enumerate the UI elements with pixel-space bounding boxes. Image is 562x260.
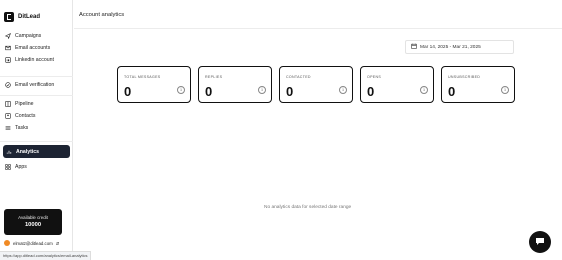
credit-value: 10000: [24, 222, 42, 228]
verify-icon: [5, 82, 11, 88]
sidebar-item-analytics[interactable]: Analytics: [3, 145, 70, 158]
date-range-picker[interactable]: Mar 14, 2025 - Mar 21, 2025: [405, 40, 514, 54]
sidebar-item-label: Linkedin account: [15, 57, 54, 63]
stat-value: 0: [448, 84, 456, 99]
sidebar-item-apps[interactable]: Apps: [0, 161, 73, 173]
sidebar-item-campaigns[interactable]: Campaigns: [0, 30, 73, 42]
stat-card-total-messages: TOTAL MESSAGES 0 i: [117, 66, 191, 103]
sidebar-item-label: Tasks: [15, 125, 29, 131]
stat-title: CONTACTED: [286, 75, 311, 79]
tasks-icon: [5, 125, 11, 131]
brand-name: DitLead: [18, 14, 41, 20]
sidebar-item-label: Email verification: [15, 82, 55, 88]
credit-label: Available credit: [18, 215, 48, 220]
sidebar-item-label: Contacts: [15, 113, 36, 119]
sidebar-item-label: Analytics: [16, 148, 40, 155]
sidebar-item-label: Campaigns: [15, 33, 42, 39]
stat-title: REPLIES: [205, 75, 223, 79]
nav-group-crm: Pipeline Contacts Tasks: [0, 95, 73, 134]
sidebar-item-email-accounts[interactable]: Email accounts: [0, 42, 73, 54]
sidebar-item-linkedin-account[interactable]: Linkedin account: [0, 54, 73, 66]
contacts-icon: [5, 113, 11, 119]
sidebar-item-tasks[interactable]: Tasks: [0, 122, 73, 134]
user-email: elmatz@ditlead.com: [13, 240, 53, 246]
sidebar-item-pipeline[interactable]: Pipeline: [0, 98, 73, 110]
pipeline-icon: [5, 101, 11, 107]
stat-value: 0: [367, 84, 375, 99]
sidebar-item-email-verification[interactable]: Email verification: [0, 79, 73, 91]
linkedin-icon: [5, 57, 11, 63]
ditlead-logo-icon: [4, 12, 14, 22]
info-icon[interactable]: i: [420, 86, 428, 94]
brand[interactable]: DitLead: [4, 10, 40, 24]
chevron-updown-icon: ⇵: [55, 240, 60, 246]
info-icon[interactable]: i: [501, 86, 509, 94]
stat-card-opens: OPENS 0 i: [360, 66, 434, 103]
nav-group-outreach: Campaigns Email accounts Linkedin accoun…: [0, 30, 73, 66]
stat-value: 0: [286, 84, 294, 99]
stat-value: 0: [124, 84, 132, 99]
info-icon[interactable]: i: [258, 86, 266, 94]
send-icon: [5, 33, 11, 39]
stat-card-replies: REPLIES 0 i: [198, 66, 272, 103]
apps-icon: [5, 164, 11, 170]
analytics-icon: [6, 149, 12, 155]
mail-icon: [5, 45, 11, 51]
stat-title: OPENS: [367, 75, 382, 79]
user-menu[interactable]: elmatz@ditlead.com ⇵: [4, 240, 59, 246]
sidebar-item-label: Email accounts: [15, 45, 51, 51]
empty-state-message: No analytics data for selected date rang…: [264, 205, 352, 210]
sidebar: DitLead Campaigns Email accounts Linkedi…: [0, 0, 73, 260]
stat-card-unsubscribed: UNSUBSCRIBED 0 i: [441, 66, 515, 103]
chat-bubble-icon: [535, 233, 545, 251]
sidebar-item-label: Apps: [15, 164, 27, 170]
calendar-icon: [411, 43, 417, 51]
stat-title: UNSUBSCRIBED: [448, 75, 481, 79]
stat-title: TOTAL MESSAGES: [124, 75, 161, 79]
sidebar-item-contacts[interactable]: Contacts: [0, 110, 73, 122]
info-icon[interactable]: i: [339, 86, 347, 94]
topbar: Account analytics: [74, 0, 562, 29]
info-icon[interactable]: i: [177, 86, 185, 94]
stat-value: 0: [205, 84, 213, 99]
nav-group-insights: Analytics Apps: [0, 141, 73, 173]
page-title: Account analytics: [79, 12, 125, 18]
date-range-text: Mar 14, 2025 - Mar 21, 2025: [420, 44, 481, 50]
sidebar-item-label: Pipeline: [15, 101, 34, 107]
nav-group-verification: Email verification: [0, 76, 73, 91]
chat-button[interactable]: [529, 231, 551, 253]
status-bar-url: https://app.ditlead.com/analytics/email-…: [0, 251, 92, 260]
avatar: [4, 240, 10, 246]
credit-card[interactable]: Available credit 10000: [4, 209, 62, 235]
stat-card-contacted: CONTACTED 0 i: [279, 66, 353, 103]
